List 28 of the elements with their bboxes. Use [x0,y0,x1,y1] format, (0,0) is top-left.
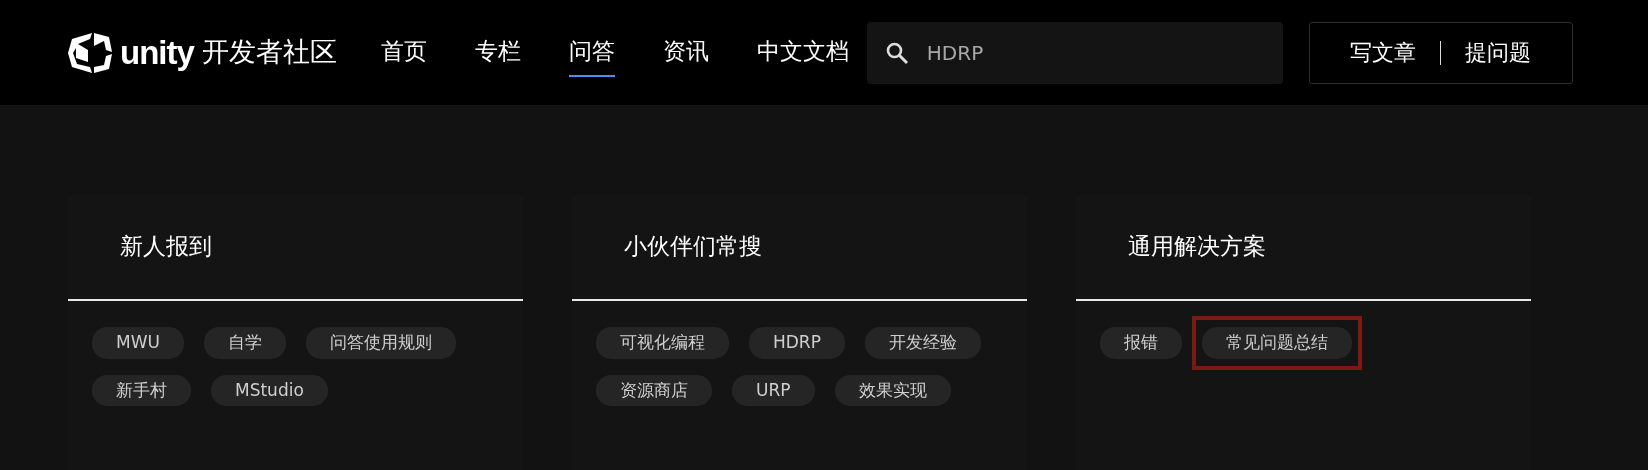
tag-link[interactable]: MStudio [211,374,328,406]
search-icon [884,40,909,65]
tag-link[interactable]: 常见问题总结 [1202,327,1352,359]
nav-tab[interactable]: 中文文档 [756,28,849,77]
site-name: 开发者社区 [201,35,337,70]
tag-link[interactable]: 可视化编程 [596,327,729,359]
tag-link[interactable]: HDRP [749,327,845,359]
tag-link[interactable]: MWU [92,327,184,359]
nav-tab[interactable]: 首页 [380,28,427,77]
card-title: 新人报到 [119,232,213,261]
search-field[interactable]: HDRP [866,21,1283,84]
tag-link[interactable]: 报错 [1100,327,1182,359]
action-button[interactable]: 提问题 [1465,36,1532,69]
logo-text: unity [120,32,194,73]
tag-link[interactable]: URP [732,374,815,406]
card-title: 小伙伴们常搜 [623,232,763,261]
tag-link[interactable]: 自学 [203,327,286,359]
logo-icon [68,31,112,74]
tag-link[interactable]: 问答使用规则 [305,327,456,359]
nav-tab[interactable]: 问答 [568,28,615,77]
action-button[interactable]: 写文章 [1350,36,1417,69]
card-title: 通用解决方案 [1127,232,1267,261]
tag-link[interactable]: 效果实现 [834,374,951,406]
tag-link[interactable]: 新手村 [92,374,191,406]
nav-tab[interactable]: 专栏 [474,28,521,77]
tag-link[interactable]: 开发经验 [864,327,981,359]
tag-link[interactable]: 资源商店 [596,374,712,406]
nav-tab[interactable]: 资讯 [662,28,709,77]
